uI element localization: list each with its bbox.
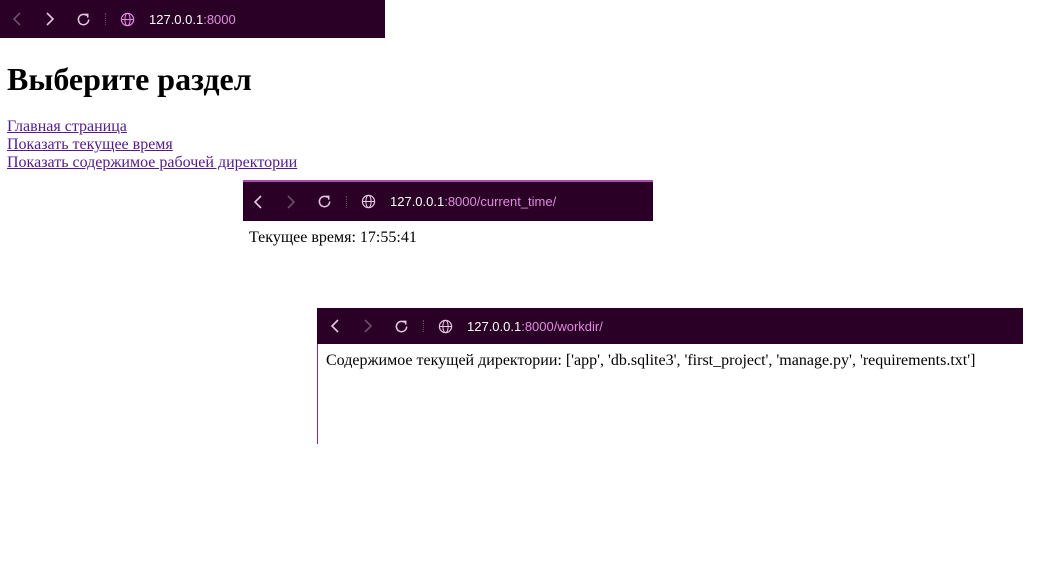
page-title: Выберите раздел bbox=[7, 61, 252, 97]
toolbar-separator bbox=[105, 13, 108, 25]
url-host: 127.0.0.1 bbox=[149, 11, 204, 27]
link-workdir[interactable]: Показать содержимое рабочей директории bbox=[7, 154, 297, 172]
url-host: 127.0.0.1 bbox=[390, 194, 445, 209]
browser-toolbar-home: 127.0.0.1:8000 bbox=[0, 0, 385, 38]
address-bar[interactable]: 127.0.0.1:8000 bbox=[149, 12, 236, 27]
forward-icon[interactable] bbox=[357, 315, 379, 337]
toolbar-separator bbox=[423, 320, 426, 332]
globe-icon[interactable] bbox=[361, 194, 376, 209]
workdir-contents-text: Содержимое текущей директории: ['app', '… bbox=[326, 352, 976, 369]
url-host: 127.0.0.1 bbox=[467, 318, 522, 334]
current-time-text: Текущее время: 17:55:41 bbox=[249, 229, 417, 246]
reload-icon[interactable] bbox=[72, 8, 94, 30]
url-path: :8000 bbox=[203, 11, 236, 27]
url-path: :8000/workdir/ bbox=[521, 318, 603, 334]
browser-toolbar-workdir: 127.0.0.1:8000/workdir/ bbox=[317, 308, 1023, 344]
back-icon[interactable] bbox=[6, 8, 28, 30]
globe-icon[interactable] bbox=[438, 319, 453, 334]
address-bar[interactable]: 127.0.0.1:8000/workdir/ bbox=[467, 319, 603, 334]
address-bar[interactable]: 127.0.0.1:8000/current_time/ bbox=[390, 194, 556, 209]
forward-icon[interactable] bbox=[39, 8, 61, 30]
reload-icon[interactable] bbox=[390, 315, 412, 337]
back-icon[interactable] bbox=[324, 315, 346, 337]
back-icon[interactable] bbox=[247, 191, 269, 213]
section-links: Главная страница Показать текущее время … bbox=[7, 118, 297, 172]
forward-icon[interactable] bbox=[280, 191, 302, 213]
reload-icon[interactable] bbox=[313, 191, 335, 213]
globe-icon[interactable] bbox=[120, 12, 135, 27]
toolbar-separator bbox=[346, 195, 349, 208]
url-path: :8000/current_time/ bbox=[444, 194, 557, 209]
link-home[interactable]: Главная страница bbox=[7, 118, 297, 136]
browser-toolbar-current-time: 127.0.0.1:8000/current_time/ bbox=[243, 180, 653, 221]
link-current-time[interactable]: Показать текущее время bbox=[7, 136, 297, 154]
